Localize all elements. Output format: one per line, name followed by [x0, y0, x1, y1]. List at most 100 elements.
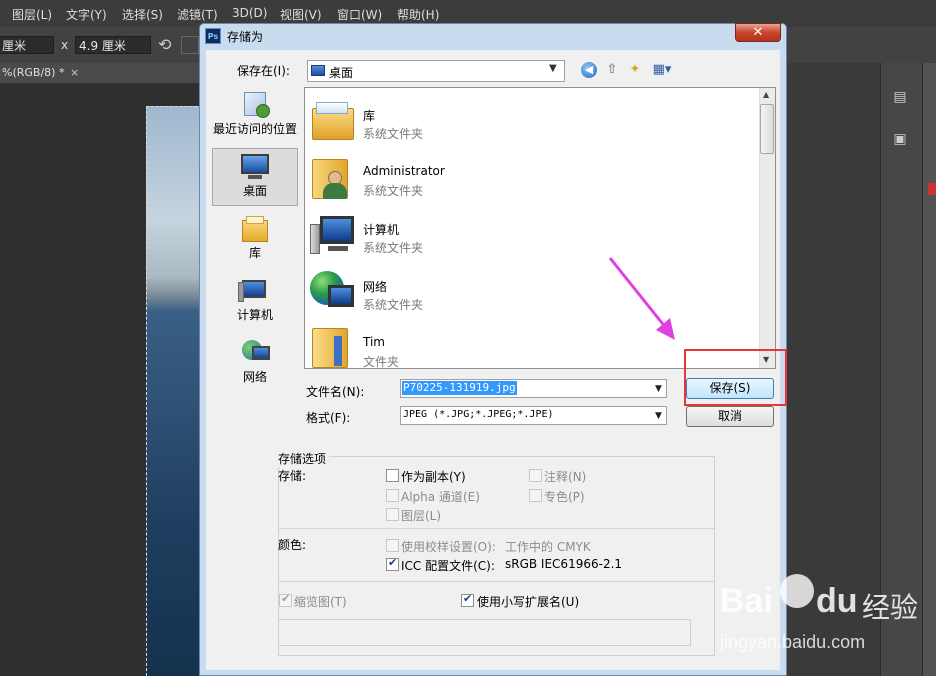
libraries-folder-icon	[310, 98, 354, 142]
lowercase-extension-checkbox[interactable]	[461, 592, 474, 607]
icc-profile-checkbox[interactable]	[386, 556, 399, 571]
menu-layer[interactable]: 图层(L)	[12, 6, 52, 23]
photoshop-app-icon: Ps	[205, 28, 221, 44]
notes-checkbox[interactable]	[529, 469, 542, 482]
desktop-icon	[238, 152, 272, 182]
history-panel-icon[interactable]: ▤	[889, 86, 911, 108]
watermark-sub: 经验	[862, 591, 919, 624]
proof-setup-value: 工作中的 CMYK	[505, 540, 591, 554]
swap-icon[interactable]	[181, 36, 199, 54]
save-in-value: 桌面	[329, 66, 354, 80]
close-button[interactable]: ✕	[735, 23, 781, 42]
warning-area	[278, 619, 691, 646]
cancel-button[interactable]: 取消	[686, 406, 774, 427]
annotation-arrow-icon	[608, 257, 675, 340]
proof-setup-checkbox[interactable]	[386, 539, 399, 552]
place-label: 计算机	[236, 308, 273, 322]
thumbnail-checkbox[interactable]	[279, 592, 292, 607]
list-item[interactable]: Administrator 系统文件夹	[310, 151, 750, 205]
folder-icon	[310, 326, 354, 368]
place-label: 网络	[242, 370, 267, 384]
scroll-up-icon[interactable]: ▲	[763, 90, 769, 99]
icc-profile-value: sRGB IEC61966-2.1	[505, 557, 623, 571]
menu-type[interactable]: 文字(Y)	[66, 6, 107, 23]
document-tab[interactable]: %(RGB/8) *	[2, 66, 64, 79]
proof-setup-label: 使用校样设置(O):	[401, 540, 496, 554]
height-field[interactable]: 4.9 厘米	[75, 36, 151, 54]
places-bar	[210, 86, 300, 441]
file-type: 系统文件夹	[363, 184, 424, 198]
back-button[interactable]: ◀	[579, 60, 599, 80]
view-menu-button[interactable]: ▦▾	[648, 60, 676, 80]
watermark-url: jingyan.baidu.com	[720, 632, 866, 652]
document-tab-close-icon[interactable]: ×	[70, 66, 79, 79]
selection-marquee	[146, 106, 202, 676]
place-computer[interactable]: 计算机	[212, 276, 298, 323]
file-name: Tim	[363, 335, 385, 349]
back-arrow-icon: ◀	[581, 62, 597, 78]
format-label: 格式(F):	[306, 411, 351, 425]
layers-checkbox[interactable]	[386, 508, 399, 521]
watermark-brand-tail: du	[816, 582, 858, 620]
dialog-title: 存储为	[227, 30, 264, 44]
spot-colors-label: 专色(P)	[544, 490, 585, 504]
dimension-x-label: x	[61, 38, 69, 52]
up-folder-button[interactable]: ⇧	[602, 60, 622, 80]
menu-window[interactable]: 窗口(W)	[337, 6, 382, 23]
alpha-channels-checkbox[interactable]	[386, 489, 399, 502]
place-label: 最近访问的位置	[212, 122, 297, 136]
highlight-box	[684, 349, 787, 406]
libraries-icon	[238, 214, 272, 244]
divider	[279, 581, 714, 582]
file-name: 库	[363, 109, 376, 123]
new-folder-icon: ✦	[629, 62, 641, 77]
color-swatch-icon[interactable]	[928, 183, 936, 195]
network-icon	[310, 269, 354, 313]
width-field[interactable]: 厘米	[0, 36, 54, 54]
file-type: 系统文件夹	[363, 127, 424, 141]
filename-value[interactable]: P70225-131919.jpg	[402, 381, 517, 395]
file-type: 系统文件夹	[363, 298, 424, 312]
place-label: 库	[248, 246, 261, 260]
menu-help[interactable]: 帮助(H)	[397, 6, 439, 23]
alpha-channels-label: Alpha 通道(E)	[401, 490, 480, 504]
filename-label: 文件名(N):	[306, 385, 365, 399]
desktop-icon	[311, 65, 325, 76]
filename-dropdown-icon[interactable]: ▼	[655, 384, 662, 394]
as-copy-checkbox[interactable]	[386, 469, 399, 482]
file-type: 系统文件夹	[363, 241, 424, 255]
place-libraries[interactable]: 库	[212, 214, 298, 261]
color-label: 颜色:	[278, 538, 307, 552]
menu-select[interactable]: 选择(S)	[122, 6, 163, 23]
file-name: Administrator	[363, 164, 445, 178]
divider	[279, 528, 714, 529]
as-copy-label: 作为副本(Y)	[401, 470, 466, 484]
recent-places-icon	[238, 90, 272, 120]
paw-icon	[780, 574, 814, 608]
up-folder-icon: ⇧	[606, 62, 618, 77]
spot-colors-checkbox[interactable]	[529, 489, 542, 502]
thumbnail-label: 缩览图(T)	[294, 595, 347, 609]
list-item[interactable]: 库 系统文件夹	[310, 94, 750, 148]
lowercase-extension-label: 使用小写扩展名(U)	[477, 595, 580, 609]
menu-view[interactable]: 视图(V)	[280, 6, 322, 23]
format-dropdown-icon[interactable]: ▼	[655, 411, 662, 421]
save-options-title: 存储选项	[278, 450, 330, 467]
layers-label: 图层(L)	[401, 509, 442, 523]
baidu-watermark: Bai du 经验 jingyan.baidu.com	[712, 568, 936, 676]
chevron-down-icon[interactable]: ▼	[549, 63, 557, 74]
watermark-brand: Bai	[720, 582, 773, 620]
rotate-icon[interactable]: ⟲	[158, 35, 171, 54]
place-desktop[interactable]: 桌面	[212, 152, 298, 199]
new-folder-button[interactable]: ✦	[625, 60, 645, 80]
place-label: 桌面	[242, 184, 267, 198]
3d-panel-icon[interactable]: ▣	[889, 128, 911, 150]
place-network[interactable]: 网络	[212, 338, 298, 385]
file-name: 计算机	[363, 223, 400, 237]
file-type: 文件夹	[363, 355, 400, 369]
notes-label: 注释(N)	[544, 470, 587, 484]
menu-3d[interactable]: 3D(D)	[232, 6, 267, 20]
scrollbar-thumb[interactable]	[760, 104, 774, 154]
menu-filter[interactable]: 滤镜(T)	[177, 6, 218, 23]
place-recent[interactable]: 最近访问的位置	[212, 90, 298, 137]
